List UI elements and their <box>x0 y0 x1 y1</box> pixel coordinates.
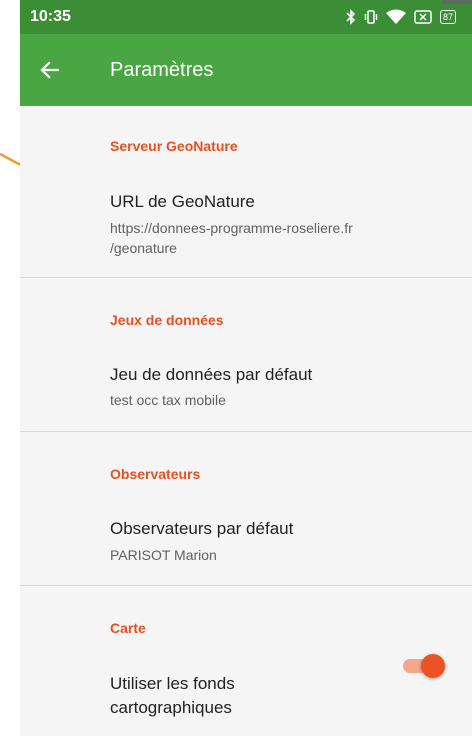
no-sim-icon <box>414 10 432 24</box>
divider <box>20 277 472 278</box>
pref-title: Observateurs par défaut <box>110 519 294 538</box>
pref-geonature-url[interactable]: URL de GeoNature https://donnees-program… <box>20 180 472 276</box>
pref-summary: https://donnees-programme-roseliere.fr <box>110 220 353 236</box>
bluetooth-icon <box>346 9 356 25</box>
status-notch <box>442 0 472 4</box>
section-header-observateurs: Observateurs <box>110 466 201 482</box>
section-header-jeux: Jeux de données <box>110 312 224 328</box>
status-bar: 10:35 87 <box>20 0 472 34</box>
vibrate-icon <box>364 10 378 24</box>
toggle-thumb <box>421 654 445 678</box>
section-header-carte: Carte <box>110 620 146 636</box>
pref-title: URL de GeoNature <box>110 192 255 211</box>
pref-title: Jeu de données par défaut <box>110 365 313 384</box>
divider <box>20 431 472 432</box>
app-bar: Paramètres <box>20 34 472 106</box>
pref-title: cartographiques <box>110 698 232 717</box>
pref-summary: PARISOT Marion <box>110 547 217 563</box>
wifi-icon <box>385 9 406 24</box>
battery-icon: 87 <box>439 10 456 24</box>
pref-title: Utiliser les fonds <box>110 674 235 693</box>
pref-default-dataset[interactable]: Jeu de données par défaut test occ tax m… <box>20 352 472 430</box>
pref-summary: /geonature <box>110 240 177 256</box>
phone-screen: 10:35 87 Paramètres Serveur GeoNature UR… <box>20 0 472 736</box>
section-header-serveur: Serveur GeoNature <box>110 138 238 154</box>
status-time: 10:35 <box>30 8 71 25</box>
pref-summary: test occ tax mobile <box>110 392 226 408</box>
status-icons: 87 <box>346 8 456 26</box>
back-arrow-icon[interactable] <box>38 58 62 82</box>
page-title: Paramètres <box>110 59 214 81</box>
pref-default-observers[interactable]: Observateurs par défaut PARISOT Marion <box>20 505 472 585</box>
map-backgrounds-toggle[interactable] <box>401 652 445 680</box>
divider <box>20 585 472 586</box>
